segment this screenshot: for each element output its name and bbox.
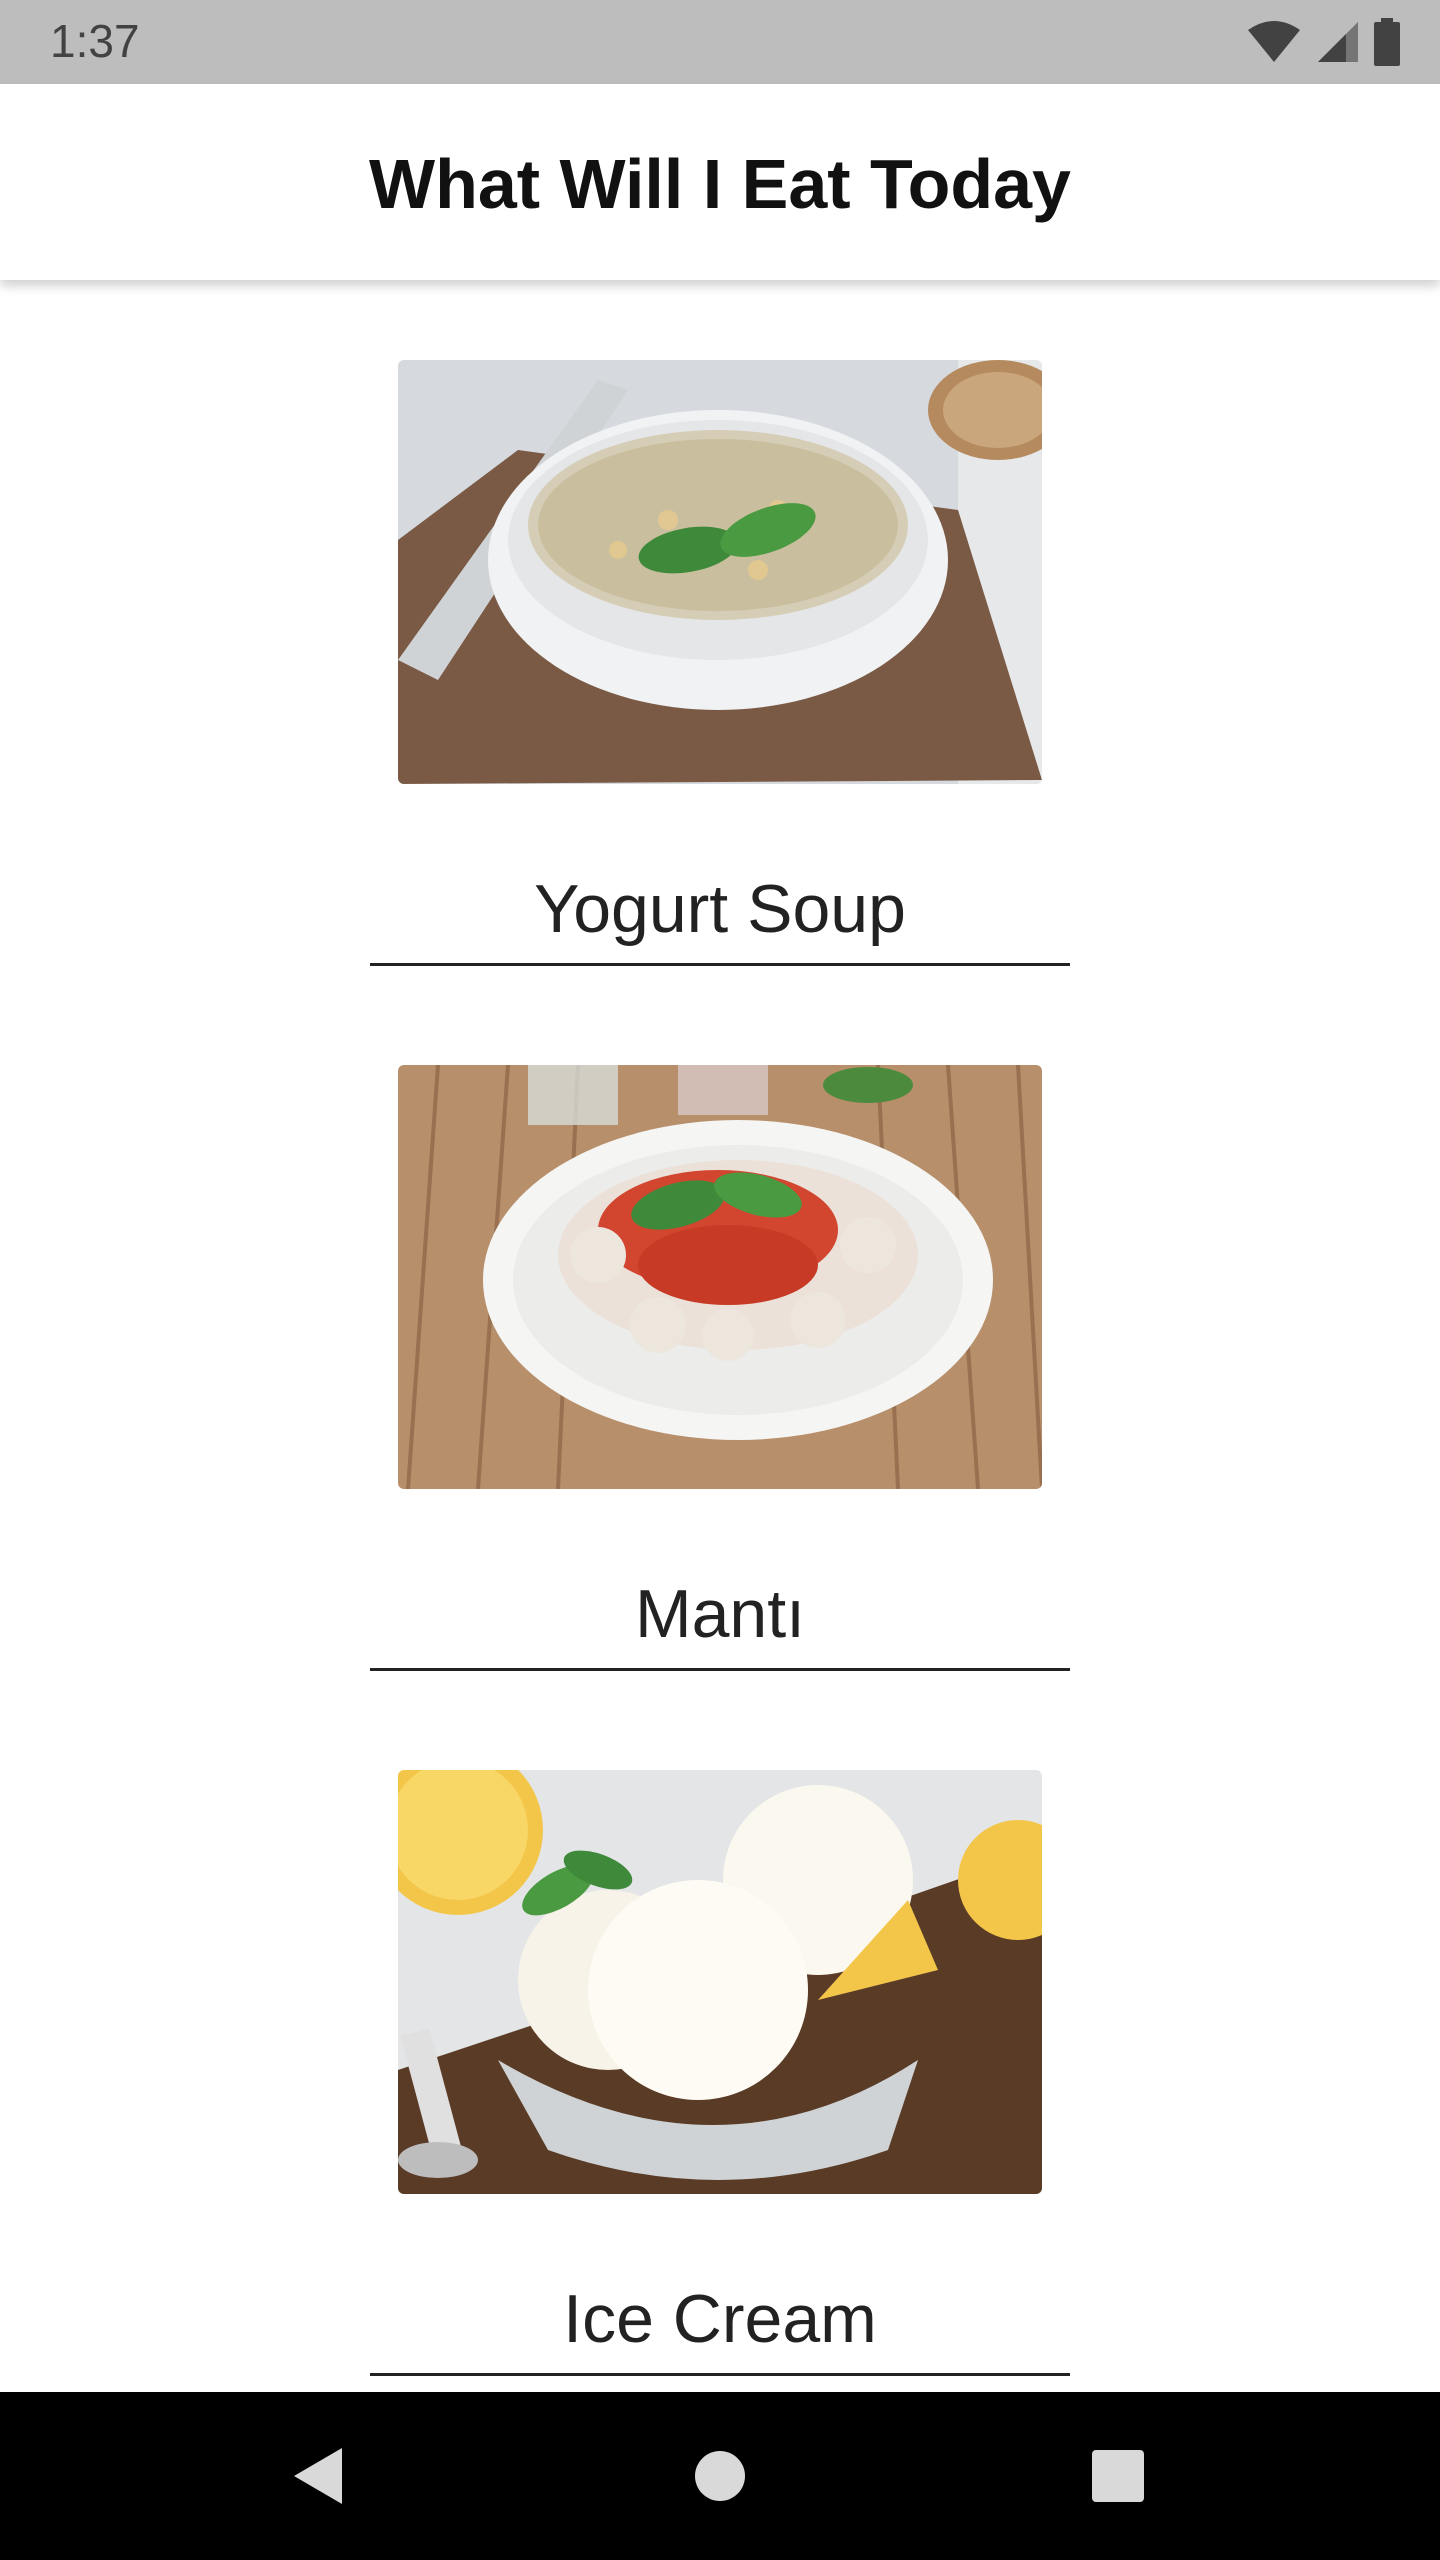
- page-title: What Will I Eat Today: [369, 145, 1071, 223]
- food-item-yogurt-soup[interactable]: Yogurt Soup: [370, 280, 1070, 980]
- navigation-bar: [0, 2392, 1440, 2560]
- ice-cream-image[interactable]: [398, 1770, 1042, 2194]
- food-name: Yogurt Soup: [534, 871, 906, 947]
- status-bar: 1:37: [0, 0, 1440, 84]
- status-time: 1:37: [50, 15, 140, 67]
- home-icon: [695, 2451, 745, 2501]
- back-icon: [294, 2448, 342, 2504]
- yogurt-soup-image[interactable]: [398, 360, 1042, 784]
- wifi-icon: [1248, 21, 1300, 62]
- back-button[interactable]: [218, 2392, 418, 2560]
- recents-button[interactable]: [1018, 2392, 1218, 2560]
- divider: [370, 963, 1070, 966]
- battery-icon: [1374, 18, 1400, 66]
- home-button[interactable]: [620, 2392, 820, 2560]
- manti-image[interactable]: [398, 1065, 1042, 1489]
- food-name: Mantı: [634, 1576, 806, 1652]
- status-icons: [1246, 18, 1400, 66]
- app-bar: What Will I Eat Today: [0, 84, 1440, 280]
- food-list[interactable]: Yogurt Soup Mantı Ice Cream: [0, 280, 1440, 2392]
- food-name: Ice Cream: [563, 2281, 877, 2357]
- food-item-manti[interactable]: Mantı: [370, 985, 1070, 1685]
- divider: [370, 1668, 1070, 1671]
- food-item-ice-cream[interactable]: Ice Cream: [370, 1690, 1070, 2390]
- divider: [370, 2373, 1070, 2376]
- recents-icon: [1092, 2450, 1144, 2502]
- cell-signal-icon: [1318, 22, 1358, 62]
